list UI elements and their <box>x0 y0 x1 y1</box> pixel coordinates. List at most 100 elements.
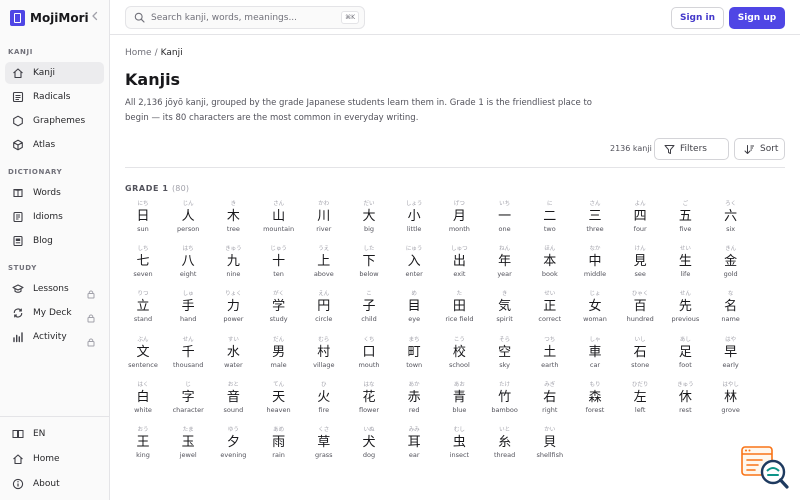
kanji-card[interactable]: きゅう九 nine <box>213 245 253 289</box>
sidebar-item-radicals[interactable]: Radicals <box>5 86 104 108</box>
kanji-card[interactable]: め目 eye <box>394 290 434 334</box>
kanji-card[interactable]: みみ耳 ear <box>394 426 434 470</box>
kanji-card[interactable]: いぬ犬 dog <box>349 426 389 470</box>
kanji-card[interactable]: もり森 forest <box>575 381 615 425</box>
sidebar-item-atlas[interactable]: Atlas <box>5 134 104 156</box>
kanji-card[interactable]: じ字 character <box>168 381 208 425</box>
sidebar-item-words[interactable]: Words <box>5 182 104 204</box>
kanji-card[interactable]: じゅう十 ten <box>259 245 299 289</box>
kanji-card[interactable]: さん山 mountain <box>259 200 299 244</box>
kanji-card[interactable]: こ子 child <box>349 290 389 334</box>
kanji-card[interactable]: ほん本 book <box>530 245 570 289</box>
kanji-card[interactable]: ろく六 six <box>711 200 751 244</box>
kanji-card[interactable]: じん人 person <box>168 200 208 244</box>
kanji-card[interactable]: たま玉 jewel <box>168 426 208 470</box>
help-widget-button[interactable] <box>740 445 792 491</box>
kanji-card[interactable]: けん見 see <box>620 245 660 289</box>
kanji-card[interactable]: よん四 four <box>620 200 660 244</box>
kanji-card[interactable]: あか赤 red <box>394 381 434 425</box>
kanji-card[interactable]: あお青 blue <box>439 381 479 425</box>
kanji-card[interactable]: つち土 earth <box>530 336 570 380</box>
kanji-card[interactable]: きん金 gold <box>711 245 751 289</box>
kanji-card[interactable]: みぎ右 right <box>530 381 570 425</box>
kanji-card[interactable]: ねん年 year <box>485 245 525 289</box>
sidebar-item-activity[interactable]: Activity <box>5 326 104 348</box>
kanji-card[interactable]: いと糸 thread <box>485 426 525 470</box>
kanji-card[interactable]: むら村 village <box>304 336 344 380</box>
kanji-card[interactable]: せい生 life <box>665 245 705 289</box>
kanji-card[interactable]: くち口 mouth <box>349 336 389 380</box>
sidebar-item-blog[interactable]: Blog <box>5 230 104 252</box>
kanji-card[interactable]: はく白 white <box>123 381 163 425</box>
kanji-card[interactable]: しょう小 little <box>394 200 434 244</box>
kanji-card[interactable]: ぶん文 sentence <box>123 336 163 380</box>
kanji-card[interactable]: た田 rice field <box>439 290 479 334</box>
sidebar-item-kanji[interactable]: Kanji <box>5 62 104 84</box>
search-box[interactable]: ⌘K <box>125 6 365 29</box>
kanji-card[interactable]: ひだり左 left <box>620 381 660 425</box>
kanji-card[interactable]: しゅつ出 exit <box>439 245 479 289</box>
sidebar-item-about[interactable]: About <box>5 473 104 495</box>
kanji-card[interactable]: おう王 king <box>123 426 163 470</box>
kanji-card[interactable]: き木 tree <box>213 200 253 244</box>
kanji-card[interactable]: しち七 seven <box>123 245 163 289</box>
breadcrumb-home[interactable]: Home <box>125 48 152 58</box>
sidebar-item-idioms[interactable]: Idioms <box>5 206 104 228</box>
kanji-card[interactable]: に二 two <box>530 200 570 244</box>
kanji-card[interactable]: あし足 foot <box>665 336 705 380</box>
sign-in-button[interactable]: Sign in <box>671 7 724 29</box>
kanji-card[interactable]: あめ雨 rain <box>259 426 299 470</box>
kanji-card[interactable]: はち八 eight <box>168 245 208 289</box>
sidebar-item-my-deck[interactable]: My Deck <box>5 302 104 324</box>
sort-button[interactable]: Sort <box>734 138 785 160</box>
kanji-card[interactable]: せい正 correct <box>530 290 570 334</box>
language-selector[interactable]: EN <box>5 423 104 445</box>
collapse-sidebar-button[interactable] <box>88 10 102 24</box>
kanji-card[interactable]: ひ火 fire <box>304 381 344 425</box>
sidebar-item-home[interactable]: Home <box>5 448 104 470</box>
kanji-card[interactable]: せん千 thousand <box>168 336 208 380</box>
kanji-card[interactable]: はやし林 grove <box>711 381 751 425</box>
kanji-card[interactable]: そら空 sky <box>485 336 525 380</box>
kanji-card[interactable]: だい大 big <box>349 200 389 244</box>
brand[interactable]: MojiMori <box>10 9 89 27</box>
kanji-card[interactable]: おと音 sound <box>213 381 253 425</box>
kanji-card[interactable]: まち町 town <box>394 336 434 380</box>
kanji-card[interactable]: げつ月 month <box>439 200 479 244</box>
kanji-card[interactable]: ゆう夕 evening <box>213 426 253 470</box>
kanji-card[interactable]: なか中 middle <box>575 245 615 289</box>
sign-up-button[interactable]: Sign up <box>729 7 785 29</box>
kanji-card[interactable]: すい水 water <box>213 336 253 380</box>
kanji-card[interactable]: いし石 stone <box>620 336 660 380</box>
kanji-card[interactable]: しゅ手 hand <box>168 290 208 334</box>
kanji-card[interactable]: くさ草 grass <box>304 426 344 470</box>
kanji-card[interactable]: しゃ車 car <box>575 336 615 380</box>
kanji-card[interactable]: にゅう入 enter <box>394 245 434 289</box>
kanji-card[interactable]: てん天 heaven <box>259 381 299 425</box>
kanji-card[interactable]: な名 name <box>711 290 751 334</box>
kanji-card[interactable]: えん円 circle <box>304 290 344 334</box>
kanji-card[interactable]: せん先 previous <box>665 290 705 334</box>
kanji-card[interactable]: さん三 three <box>575 200 615 244</box>
kanji-card[interactable]: うえ上 above <box>304 245 344 289</box>
kanji-card[interactable]: だん男 male <box>259 336 299 380</box>
sidebar-item-lessons[interactable]: Lessons <box>5 278 104 300</box>
kanji-card[interactable]: がく学 study <box>259 290 299 334</box>
kanji-card[interactable]: かい貝 shellfish <box>530 426 570 470</box>
kanji-card[interactable]: りつ立 stand <box>123 290 163 334</box>
kanji-card[interactable]: した下 below <box>349 245 389 289</box>
kanji-card[interactable]: かわ川 river <box>304 200 344 244</box>
kanji-card[interactable]: むし虫 insect <box>439 426 479 470</box>
filters-button[interactable]: Filters <box>654 138 729 160</box>
kanji-card[interactable]: はな花 flower <box>349 381 389 425</box>
kanji-card[interactable]: はや早 early <box>711 336 751 380</box>
kanji-card[interactable]: りょく力 power <box>213 290 253 334</box>
kanji-card[interactable]: にち日 sun <box>123 200 163 244</box>
kanji-card[interactable]: いち一 one <box>485 200 525 244</box>
kanji-card[interactable]: きゅう休 rest <box>665 381 705 425</box>
kanji-card[interactable]: ひゃく百 hundred <box>620 290 660 334</box>
kanji-card[interactable]: こう校 school <box>439 336 479 380</box>
search-input[interactable] <box>151 12 331 23</box>
kanji-card[interactable]: じょ女 woman <box>575 290 615 334</box>
sidebar-item-graphemes[interactable]: Graphemes <box>5 110 104 132</box>
